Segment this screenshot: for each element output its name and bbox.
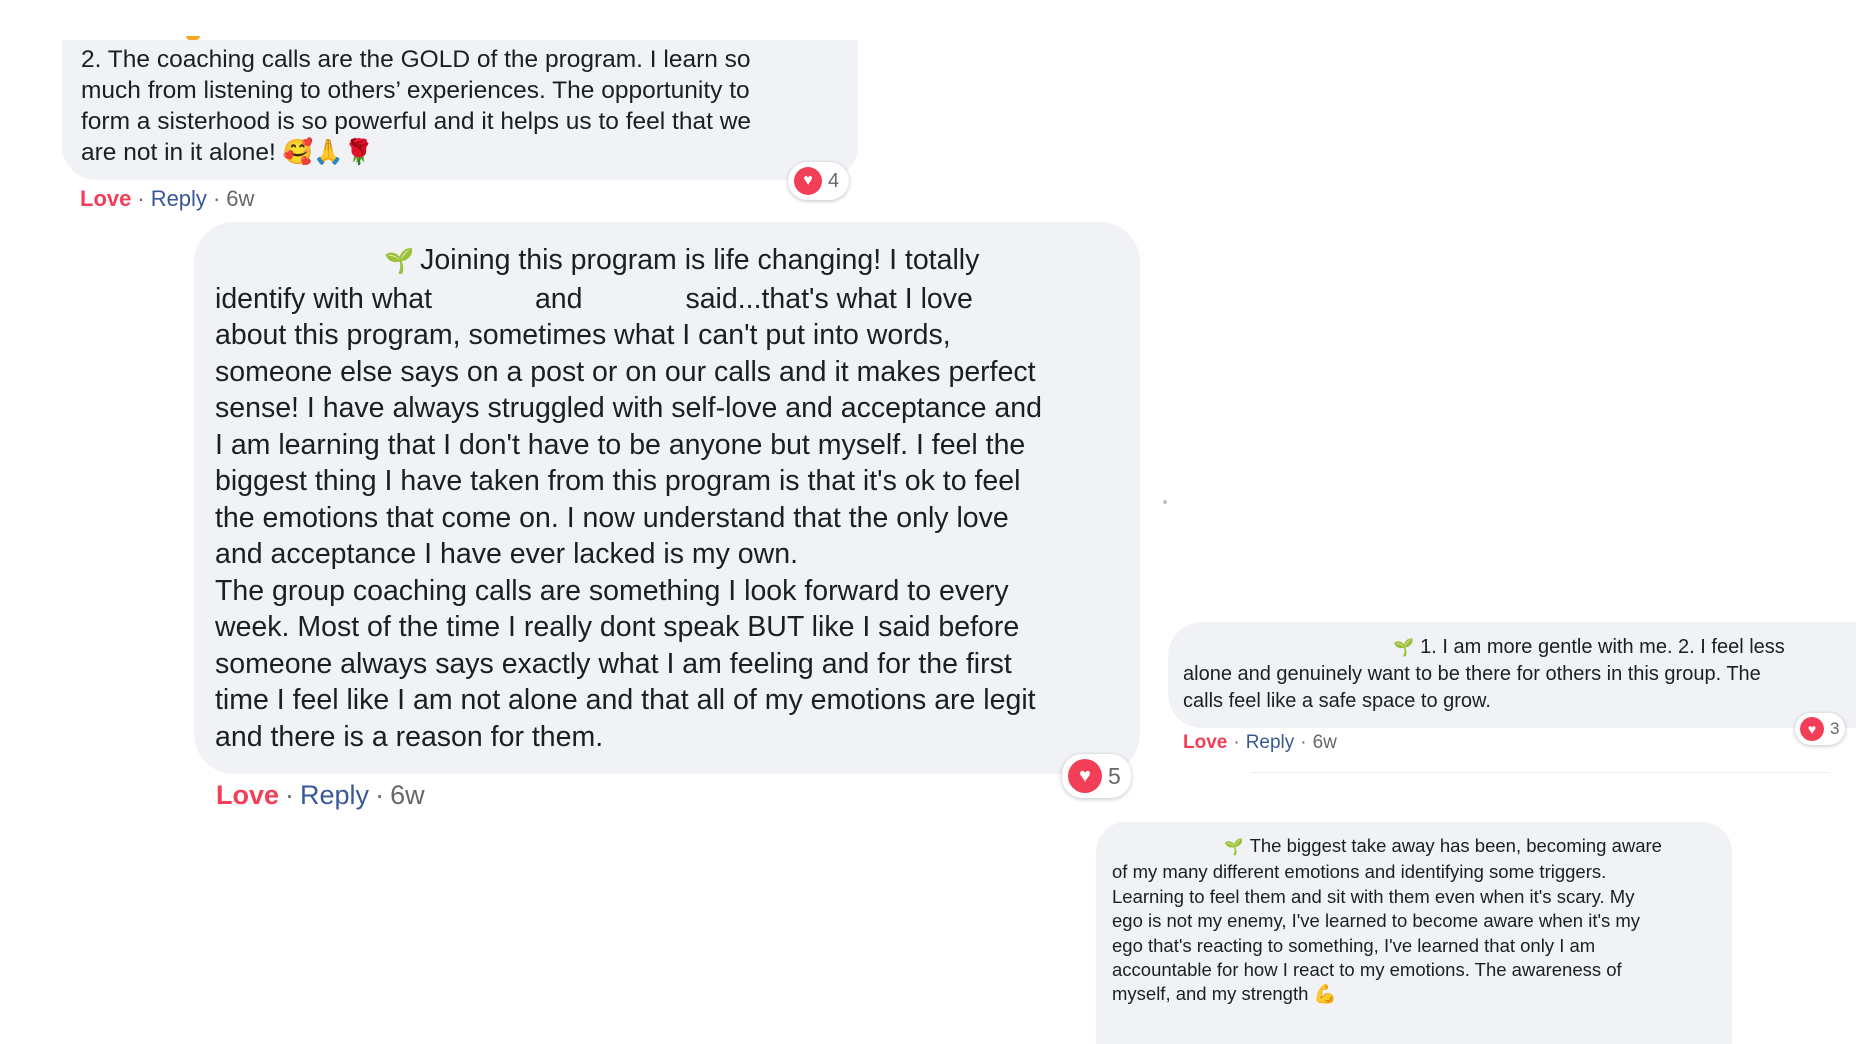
separator: ·	[285, 780, 295, 810]
comment-bubble: 🌱 1. I am more gentle with me. 2. I feel …	[1168, 622, 1856, 728]
love-link[interactable]: Love	[1183, 732, 1227, 753]
separator: ·	[212, 186, 221, 211]
reaction-count: 4	[828, 169, 840, 192]
comment-text-line: are not in it alone! 🥰🙏🌹	[81, 139, 375, 166]
separator: ·	[1233, 732, 1240, 753]
comment-text-line: and acceptance I have ever lacked is my …	[215, 538, 798, 570]
separator: ·	[137, 186, 145, 211]
comment-text-line: 🌱 The biggest take away has been, becomin…	[1112, 834, 1720, 860]
comment-text-segment: The biggest take away has been, becoming…	[1249, 835, 1662, 856]
comment-text-line: much from listening to others’ experienc…	[81, 77, 750, 104]
comment-text-line: The group coaching calls are something I…	[215, 574, 1009, 607]
comment-text-line: ego is not my enemy, I've learned to bec…	[1112, 910, 1641, 932]
reaction-count: 3	[1830, 719, 1840, 738]
comment-text-line: 🌱 1. I am more gentle with me. 2. I feel …	[1183, 634, 1846, 661]
comment-text-line: biggest thing I have taken from this pro…	[215, 465, 1021, 497]
comment-bubble: 2. The coaching calls are the GOLD of th…	[62, 40, 858, 180]
timestamp[interactable]: 6w	[1313, 732, 1337, 753]
reply-link[interactable]: Reply	[1246, 732, 1295, 753]
divider-dot	[1163, 500, 1167, 504]
reaction-badge[interactable]: ♥ 5	[1062, 754, 1131, 798]
comment-text-line: myself, and my strength 💪	[1112, 983, 1337, 1005]
sprout-icon: 🌱	[1224, 839, 1244, 856]
reaction-badge[interactable]: ♥ 4	[788, 162, 850, 200]
comment-actions: Love · Reply · 6w	[80, 186, 254, 212]
comment-text-line: the emotions that come on. I now underst…	[215, 501, 1009, 534]
heart-icon: ♥	[794, 167, 822, 195]
comment-text-line: I am learning that I don't have to be an…	[215, 428, 1026, 461]
comment-text-line: identify with what and said...that's wha…	[215, 282, 973, 315]
comment-text-line: calls feel like a safe space to grow.	[1183, 690, 1491, 712]
comment-text-line: alone and genuinely want to be there for…	[1183, 663, 1761, 685]
comment-text-line: and there is a reason for them.	[215, 720, 604, 753]
timestamp[interactable]: 6w	[226, 186, 254, 211]
comment-text-segment: 1. I am more gentle with me. 2. I feel l…	[1420, 636, 1785, 658]
comment-text-line: 2. The coaching calls are the GOLD of th…	[81, 46, 751, 73]
comment-text-line: week. Most of the time I really dont spe…	[215, 611, 1020, 643]
comment-bubble: 🌱 Joining this program is life changing! …	[194, 222, 1140, 774]
heart-icon: ♥	[1800, 717, 1824, 741]
divider	[1250, 772, 1830, 773]
timestamp[interactable]: 6w	[390, 780, 425, 810]
comment-text-line: ego that's reacting to something, I've l…	[1112, 934, 1596, 956]
comment-text-line: someone else says on a post or on our ca…	[215, 355, 1036, 388]
reply-link[interactable]: Reply	[300, 780, 369, 810]
separator: ·	[1300, 732, 1307, 753]
comment-bubble: 🌱 The biggest take away has been, becomin…	[1096, 822, 1732, 1044]
comment-text-line: someone always says exactly what I am fe…	[215, 647, 1012, 680]
heart-icon: ♥	[1068, 759, 1102, 793]
separator: ·	[375, 780, 385, 810]
comment-text-line: of my many different emotions and identi…	[1112, 861, 1607, 883]
comment-text-line: time I feel like I am not alone and that…	[215, 684, 1036, 716]
sprout-icon: 🌱	[1393, 638, 1415, 657]
comment-text-line: 🌱 Joining this program is life changing! …	[215, 242, 1120, 281]
comment-text-line: form a sisterhood is so powerful and it …	[81, 108, 752, 135]
reply-link[interactable]: Reply	[151, 186, 207, 211]
comment-text-line: about this program, sometimes what I can…	[215, 319, 951, 351]
reaction-count: 5	[1108, 762, 1121, 789]
sprout-icon: 🌱	[384, 248, 415, 275]
comment-text-line: Learning to feel them and sit with them …	[1112, 885, 1635, 907]
comment-text-line: accountable for how I react to my emotio…	[1112, 959, 1622, 981]
love-link[interactable]: Love	[216, 780, 279, 810]
comment-text-line: sense! I have always struggled with self…	[215, 392, 1042, 424]
comment-actions: Love · Reply · 6w	[216, 780, 425, 811]
comment-text-segment: Joining this program is life changing! I…	[420, 244, 980, 276]
reaction-badge[interactable]: ♥ 3	[1795, 713, 1846, 745]
love-link[interactable]: Love	[80, 186, 131, 211]
comment-actions: Love · Reply · 6w	[1183, 732, 1337, 754]
